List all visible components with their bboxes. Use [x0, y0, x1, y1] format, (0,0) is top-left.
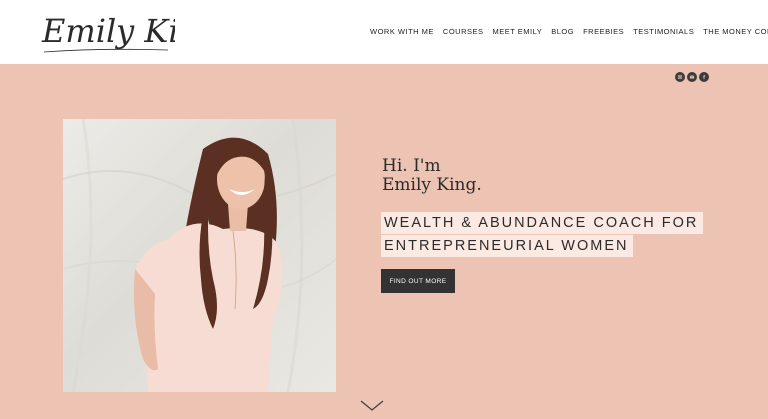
logo-signature: Emily King — [41, 12, 220, 53]
greeting-line-2: Emily King. — [382, 175, 482, 195]
nav-item-meet-emily[interactable]: MEET EMILY — [493, 27, 543, 36]
find-out-more-button[interactable]: FIND OUT MORE — [381, 269, 455, 293]
scroll-down-chevron-icon[interactable] — [360, 400, 384, 412]
hero-photo — [63, 119, 336, 392]
site-header: Emily King WORK WITH ME COURSES MEET EMI… — [0, 0, 768, 64]
nav-item-testimonials[interactable]: TESTIMONIALS — [633, 27, 694, 36]
facebook-icon[interactable] — [699, 72, 709, 82]
email-icon[interactable] — [687, 72, 697, 82]
instagram-icon[interactable] — [675, 72, 685, 82]
greeting-line-1: Hi. I'm — [382, 156, 441, 176]
tagline-line-1: WEALTH & ABUNDANCE COACH FOR — [381, 212, 704, 234]
social-links — [675, 72, 709, 82]
nav-item-freebies[interactable]: FREEBIES — [583, 27, 624, 36]
nav-item-courses[interactable]: COURSES — [443, 27, 484, 36]
tagline-line-2: ENTREPRENEURIAL WOMEN — [381, 235, 634, 257]
hero-greeting: Hi. I'm Emily King. — [382, 157, 482, 195]
main-nav: WORK WITH ME COURSES MEET EMILY BLOG FRE… — [370, 27, 768, 36]
nav-item-work-with-me[interactable]: WORK WITH ME — [370, 27, 434, 36]
portrait-image — [63, 119, 336, 392]
nav-item-blog[interactable]: BLOG — [551, 27, 574, 36]
logo[interactable]: Emily King — [40, 4, 220, 60]
logo-text: Emily King — [41, 12, 175, 50]
nav-item-the-money-code[interactable]: THE MONEY CODE — [703, 27, 768, 36]
hero-tagline: WEALTH & ABUNDANCE COACH FOR ENTREPRENEU… — [381, 212, 704, 258]
